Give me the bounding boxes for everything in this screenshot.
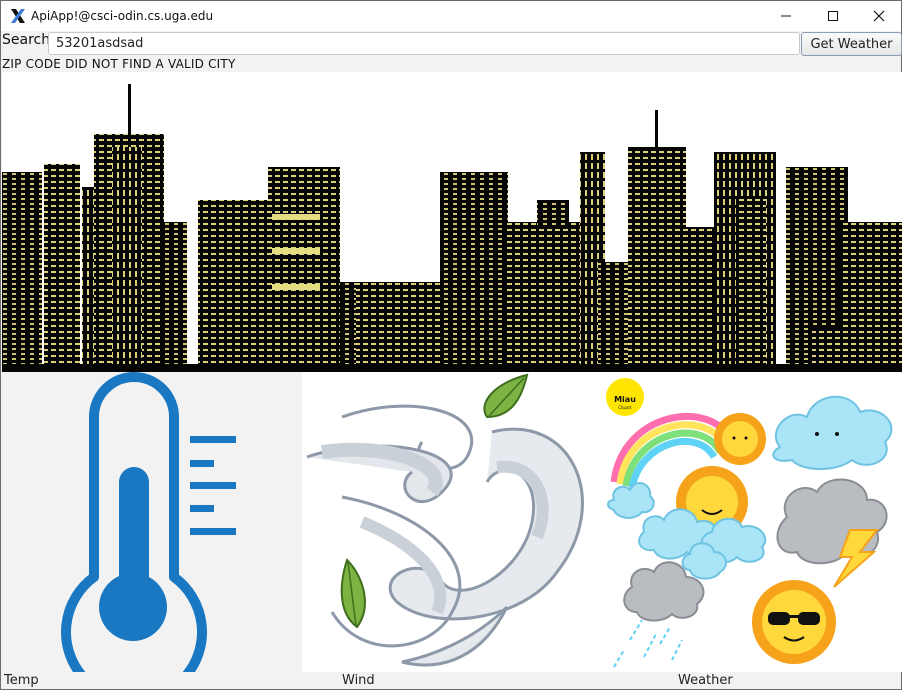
maximize-icon xyxy=(828,11,838,21)
search-input[interactable] xyxy=(48,32,800,55)
app-window: ApiApp!@csci-odin.cs.uga.edu Search Get … xyxy=(0,0,902,690)
close-icon xyxy=(873,10,885,22)
close-button[interactable] xyxy=(856,1,902,31)
search-label: Search xyxy=(2,32,51,48)
search-bar: Search Get Weather xyxy=(1,31,902,57)
minimize-button[interactable] xyxy=(763,1,809,31)
weather-stickers-image: Miau Clipart xyxy=(606,378,893,668)
temp-caption: Temp xyxy=(4,673,39,688)
weather-panel: Miau Clipart xyxy=(602,372,902,672)
minimize-icon xyxy=(781,15,791,17)
city-skyline-image xyxy=(2,72,902,372)
get-weather-button[interactable]: Get Weather xyxy=(801,32,902,56)
sticker-logo-text: Miau xyxy=(614,395,636,404)
temperature-panel xyxy=(2,372,302,690)
thermometer-icon xyxy=(61,372,236,690)
wind-caption: Wind xyxy=(342,673,375,688)
status-message: ZIP CODE DID NOT FIND A VALID CITY xyxy=(2,57,236,71)
maximize-button[interactable] xyxy=(810,1,856,31)
weather-caption: Weather xyxy=(678,673,733,688)
window-title: ApiApp!@csci-odin.cs.uga.edu xyxy=(31,9,214,23)
x-app-icon xyxy=(11,9,25,23)
title-bar: ApiApp!@csci-odin.cs.uga.edu xyxy=(1,1,901,31)
wind-gust-icon xyxy=(306,373,584,667)
wind-panel xyxy=(302,372,602,672)
sticker-logo-subtext: Clipart xyxy=(618,405,632,410)
